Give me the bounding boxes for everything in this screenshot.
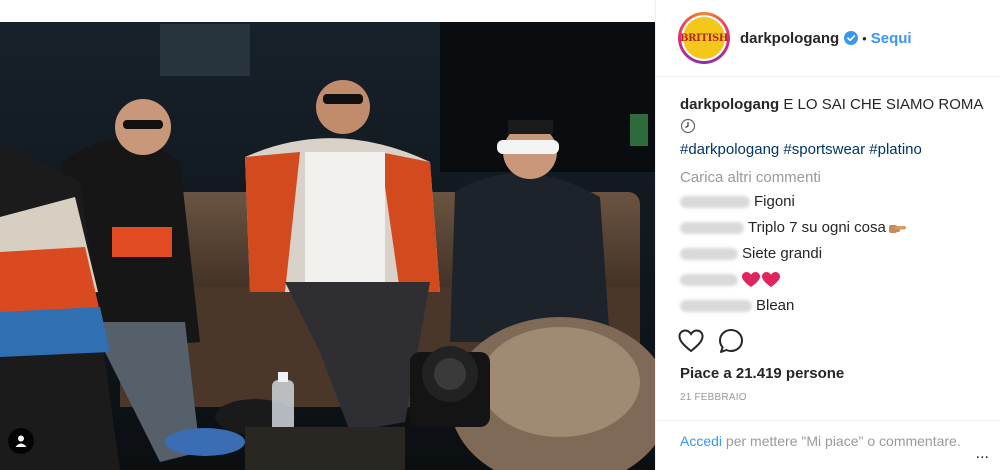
blurred-username[interactable] (680, 274, 738, 286)
avatar[interactable]: BRITISH (678, 12, 730, 64)
more-options-icon[interactable]: ... (976, 443, 989, 464)
photo-top-strip (0, 0, 655, 22)
likes-count[interactable]: Piace a 21.419 persone (680, 365, 844, 382)
avatar-ring-gap: BRITISH (679, 15, 729, 61)
avatar-logo: BRITISH (679, 17, 729, 59)
person-glyph-icon (15, 435, 27, 447)
blurred-username[interactable] (680, 196, 750, 208)
blurred-username[interactable] (680, 248, 738, 260)
instagram-post: BRITISH darkpologang • Sequi darkpologan… (0, 0, 1000, 470)
comment-row (680, 267, 985, 293)
header-separator: • (862, 30, 867, 46)
follow-button[interactable]: Sequi (871, 30, 912, 47)
avatar-logo-text: BRITISH (679, 32, 729, 44)
photo-scene (0, 22, 655, 470)
post-header: BRITISH darkpologang • Sequi (656, 0, 1000, 77)
heart-outline-icon (678, 329, 704, 353)
comment-row: Siete grandi (680, 241, 985, 267)
blurred-username[interactable] (680, 222, 744, 234)
red-heart-emoji-icon (742, 272, 760, 287)
verified-badge-icon (844, 31, 859, 45)
clock-emoji-icon (680, 118, 696, 134)
comment-text: Triplo 7 su ogni cosa (748, 219, 886, 236)
red-heart-emoji-icon (762, 272, 780, 287)
post-date[interactable]: 21 FEBBRAIO (680, 392, 747, 403)
post-caption: darkpologang E LO SAI CHE SIAMO ROMA (680, 94, 985, 138)
login-link[interactable]: Accedi (680, 433, 722, 449)
caption-text: E LO SAI CHE SIAMO ROMA (783, 96, 984, 113)
post-hashtags[interactable]: #darkpologang #sportswear #platino (680, 139, 985, 161)
like-button[interactable] (674, 324, 708, 358)
comment-text: Siete grandi (742, 245, 823, 262)
comments-section: darkpologang E LO SAI CHE SIAMO ROMA #da… (680, 94, 985, 319)
comment-row: Figoni (680, 189, 985, 215)
pointing-hand-emoji-icon (888, 225, 906, 233)
user-tag-icon[interactable] (8, 428, 34, 454)
login-prompt: Accedi per mettere "Mi piace" o commenta… (656, 420, 1000, 470)
comment-text: Figoni (754, 193, 795, 210)
caption-username[interactable]: darkpologang (680, 96, 779, 113)
load-more-comments-link[interactable]: Carica altri commenti (680, 167, 985, 189)
post-actions (674, 323, 754, 359)
login-prompt-text: per mettere "Mi piace" o commentare. (722, 433, 961, 449)
speech-bubble-icon (719, 329, 743, 353)
comment-row: Triplo 7 su ogni cosa (680, 215, 985, 241)
blurred-username[interactable] (680, 300, 752, 312)
post-side-panel: BRITISH darkpologang • Sequi darkpologan… (655, 0, 1000, 470)
post-photo[interactable] (0, 0, 655, 470)
comment-button[interactable] (714, 324, 748, 358)
comment-text: Blean (756, 297, 795, 314)
comment-row: Blean (680, 293, 985, 319)
username-link[interactable]: darkpologang (740, 30, 839, 47)
